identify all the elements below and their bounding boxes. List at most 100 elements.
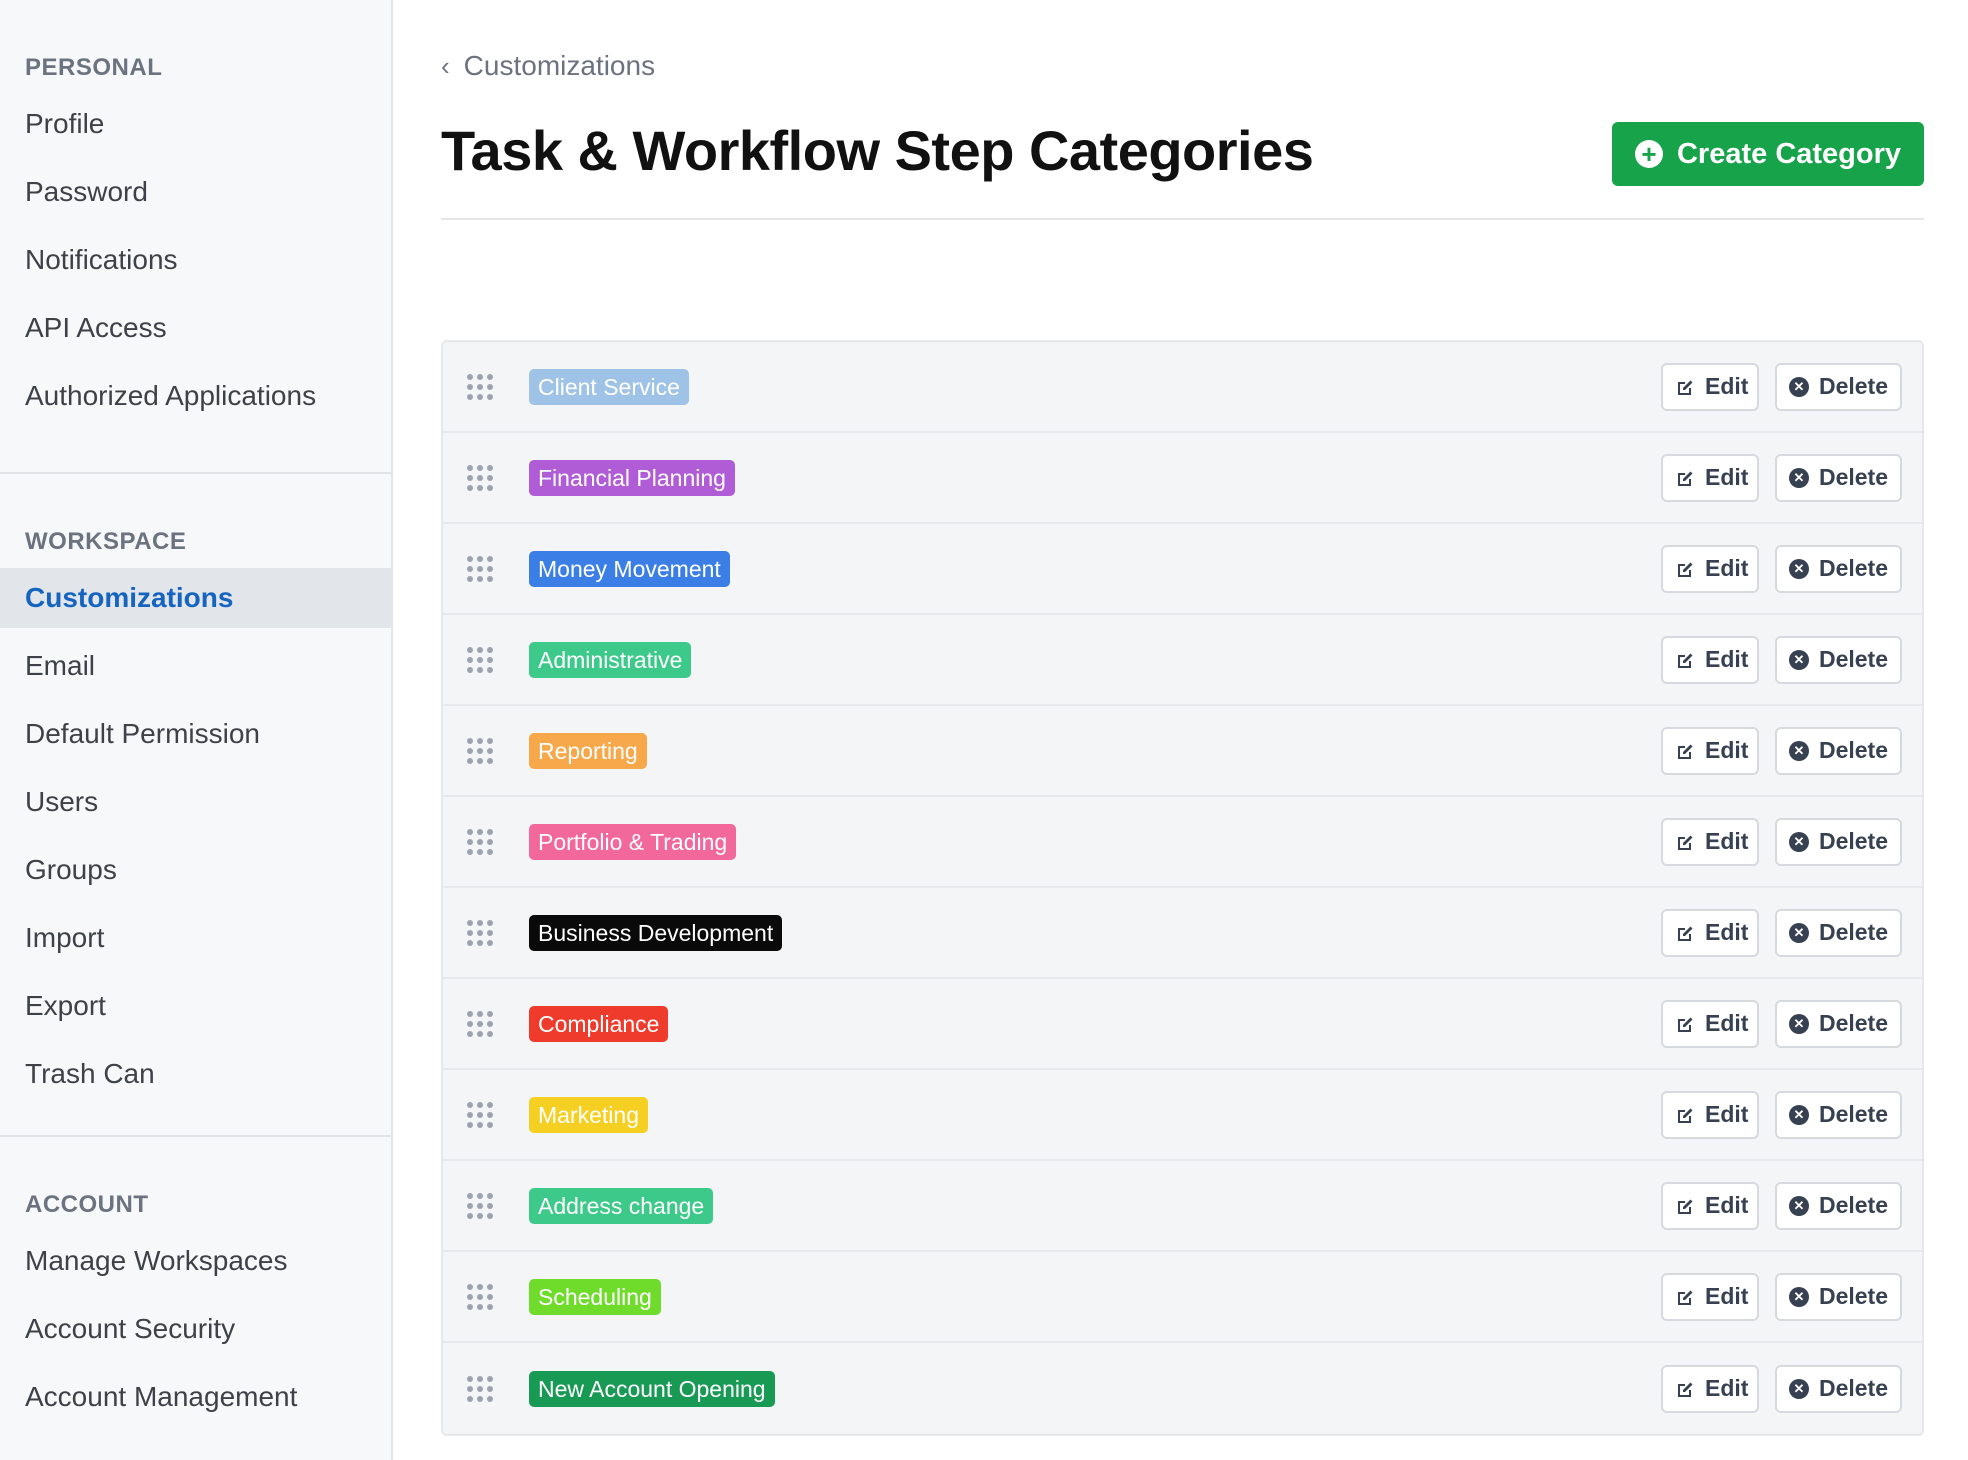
drag-handle-icon[interactable] bbox=[467, 1010, 493, 1037]
edit-label: Edit bbox=[1705, 1375, 1749, 1401]
sidebar-section-personal: PERSONAL Profile Password Notifications … bbox=[0, 0, 391, 472]
drag-handle-icon[interactable] bbox=[467, 555, 493, 582]
sidebar-item-trash-can[interactable]: Trash Can bbox=[0, 1044, 391, 1104]
category-tag: Portfolio & Trading bbox=[529, 823, 737, 860]
edit-label: Edit bbox=[1705, 828, 1749, 854]
drag-handle-icon[interactable] bbox=[467, 919, 493, 946]
edit-button[interactable]: Edit bbox=[1661, 1181, 1759, 1230]
delete-label: Delete bbox=[1818, 646, 1888, 672]
delete-button[interactable]: ✕ Delete bbox=[1775, 362, 1902, 411]
edit-button[interactable]: Edit bbox=[1661, 453, 1759, 502]
edit-button[interactable]: Edit bbox=[1661, 635, 1759, 684]
delete-button[interactable]: ✕ Delete bbox=[1775, 726, 1902, 775]
category-tag: Address change bbox=[529, 1187, 714, 1224]
close-circle-icon: ✕ bbox=[1789, 1013, 1809, 1034]
edit-icon bbox=[1675, 1379, 1695, 1399]
category-tag: Business Development bbox=[529, 914, 783, 951]
edit-icon bbox=[1675, 923, 1695, 943]
drag-handle-icon[interactable] bbox=[467, 1101, 493, 1128]
drag-handle-icon[interactable] bbox=[467, 1192, 493, 1219]
delete-button[interactable]: ✕ Delete bbox=[1775, 1364, 1902, 1413]
edit-button[interactable]: Edit bbox=[1661, 1090, 1759, 1139]
sidebar-item-account-management[interactable]: Account Management bbox=[0, 1367, 391, 1427]
close-circle-icon: ✕ bbox=[1789, 1378, 1809, 1399]
delete-button[interactable]: ✕ Delete bbox=[1775, 544, 1902, 593]
edit-label: Edit bbox=[1705, 1101, 1749, 1127]
delete-button[interactable]: ✕ Delete bbox=[1775, 908, 1902, 957]
edit-button[interactable]: Edit bbox=[1661, 817, 1759, 866]
delete-button[interactable]: ✕ Delete bbox=[1775, 817, 1902, 866]
delete-button[interactable]: ✕ Delete bbox=[1775, 453, 1902, 502]
category-row: Financial Planning Edit ✕ Delete bbox=[443, 433, 1922, 524]
delete-button[interactable]: ✕ Delete bbox=[1775, 1272, 1902, 1321]
edit-button[interactable]: Edit bbox=[1661, 726, 1759, 775]
delete-button[interactable]: ✕ Delete bbox=[1775, 1090, 1902, 1139]
edit-button[interactable]: Edit bbox=[1661, 908, 1759, 957]
sidebar-item-import[interactable]: Import bbox=[0, 908, 391, 968]
title-divider bbox=[441, 218, 1924, 220]
category-tag: Reporting bbox=[529, 732, 647, 769]
close-circle-icon: ✕ bbox=[1789, 922, 1809, 943]
delete-button[interactable]: ✕ Delete bbox=[1775, 999, 1902, 1048]
row-actions: Edit ✕ Delete bbox=[1661, 999, 1902, 1048]
section-heading-personal: PERSONAL bbox=[25, 54, 163, 81]
close-circle-icon: ✕ bbox=[1789, 649, 1809, 670]
edit-button[interactable]: Edit bbox=[1661, 544, 1759, 593]
edit-button[interactable]: Edit bbox=[1661, 1364, 1759, 1413]
row-actions: Edit ✕ Delete bbox=[1661, 544, 1902, 593]
create-category-button[interactable]: + Create Category bbox=[1612, 122, 1924, 186]
sidebar-item-email[interactable]: Email bbox=[0, 636, 391, 696]
drag-handle-icon[interactable] bbox=[467, 373, 493, 400]
row-actions: Edit ✕ Delete bbox=[1661, 453, 1902, 502]
delete-label: Delete bbox=[1818, 737, 1888, 763]
edit-label: Edit bbox=[1705, 919, 1749, 945]
sidebar-item-api-access[interactable]: API Access bbox=[0, 298, 391, 358]
delete-button[interactable]: ✕ Delete bbox=[1775, 1181, 1902, 1230]
delete-label: Delete bbox=[1818, 373, 1888, 399]
drag-handle-icon[interactable] bbox=[467, 1283, 493, 1310]
category-row: Business Development Edit ✕ Delete bbox=[443, 888, 1922, 979]
edit-icon bbox=[1675, 377, 1695, 397]
delete-button[interactable]: ✕ Delete bbox=[1775, 635, 1902, 684]
edit-button[interactable]: Edit bbox=[1661, 362, 1759, 411]
edit-icon bbox=[1675, 1014, 1695, 1034]
sidebar-item-default-permission[interactable]: Default Permission bbox=[0, 704, 391, 764]
delete-label: Delete bbox=[1818, 1375, 1888, 1401]
category-row: New Account Opening Edit ✕ Delete bbox=[443, 1343, 1922, 1434]
row-actions: Edit ✕ Delete bbox=[1661, 1181, 1902, 1230]
sidebar-item-profile[interactable]: Profile bbox=[0, 94, 391, 154]
sidebar-item-account-security[interactable]: Account Security bbox=[0, 1299, 391, 1359]
edit-label: Edit bbox=[1705, 373, 1749, 399]
close-circle-icon: ✕ bbox=[1789, 1104, 1809, 1125]
edit-label: Edit bbox=[1705, 464, 1749, 490]
edit-label: Edit bbox=[1705, 646, 1749, 672]
drag-handle-icon[interactable] bbox=[467, 646, 493, 673]
edit-button[interactable]: Edit bbox=[1661, 999, 1759, 1048]
drag-handle-icon[interactable] bbox=[467, 1375, 493, 1402]
drag-handle-icon[interactable] bbox=[467, 737, 493, 764]
drag-handle-icon[interactable] bbox=[467, 828, 493, 855]
breadcrumb[interactable]: ‹ Customizations bbox=[441, 50, 655, 82]
sidebar-item-export[interactable]: Export bbox=[0, 976, 391, 1036]
sidebar-item-customizations[interactable]: Customizations bbox=[0, 568, 391, 628]
category-tag: Financial Planning bbox=[529, 459, 735, 496]
close-circle-icon: ✕ bbox=[1789, 1286, 1809, 1307]
sidebar-section-workspace: WORKSPACE Customizations Email Default P… bbox=[0, 472, 391, 1135]
edit-label: Edit bbox=[1705, 1192, 1749, 1218]
edit-button[interactable]: Edit bbox=[1661, 1272, 1759, 1321]
category-tag: New Account Opening bbox=[529, 1370, 775, 1407]
edit-icon bbox=[1675, 1196, 1695, 1216]
category-tag: Scheduling bbox=[529, 1278, 661, 1315]
edit-icon bbox=[1675, 1105, 1695, 1125]
drag-handle-icon[interactable] bbox=[467, 464, 493, 491]
sidebar-item-users[interactable]: Users bbox=[0, 772, 391, 832]
category-tag: Marketing bbox=[529, 1096, 648, 1133]
sidebar-item-groups[interactable]: Groups bbox=[0, 840, 391, 900]
category-tag: Client Service bbox=[529, 368, 689, 405]
sidebar-item-notifications[interactable]: Notifications bbox=[0, 230, 391, 290]
sidebar-item-manage-workspaces[interactable]: Manage Workspaces bbox=[0, 1231, 391, 1291]
category-tag: Administrative bbox=[529, 641, 692, 678]
sidebar-item-password[interactable]: Password bbox=[0, 162, 391, 222]
category-row: Address change Edit ✕ Delete bbox=[443, 1161, 1922, 1252]
sidebar-item-authorized-applications[interactable]: Authorized Applications bbox=[0, 366, 391, 426]
